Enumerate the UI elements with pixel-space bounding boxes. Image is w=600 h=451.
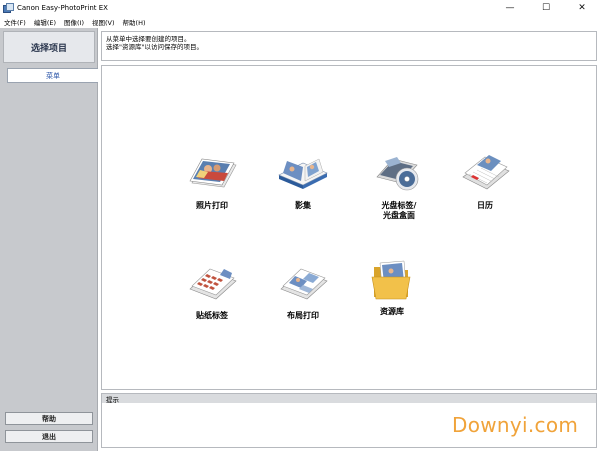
hint-title: 提示 xyxy=(106,395,119,404)
help-button[interactable]: 帮助 xyxy=(5,412,93,425)
tile-library[interactable]: 资源库 xyxy=(352,257,432,317)
menu-image[interactable]: 图像(I) xyxy=(64,17,84,27)
sidebar-header-label: 选择项目 xyxy=(30,43,67,54)
watermark: Downyi.com xyxy=(452,413,579,437)
exit-button[interactable]: 退出 xyxy=(5,430,93,443)
tab-menu-label: 菜单 xyxy=(46,71,60,80)
menu-view[interactable]: 视图(V) xyxy=(92,17,115,27)
photo-print-icon xyxy=(189,158,237,188)
exit-button-label: 退出 xyxy=(42,432,56,441)
sticker-icon xyxy=(189,268,237,300)
tile-disc-label-line-1: 光盘标签/ xyxy=(381,201,417,210)
tile-album[interactable]: 影集 xyxy=(263,151,343,211)
tile-sticker[interactable]: 贴纸标签 xyxy=(172,261,252,321)
title-bar: Canon Easy-PhotoPrint EX — ☐ ✕ xyxy=(0,0,600,16)
maximize-icon: ☐ xyxy=(541,3,551,13)
menu-help[interactable]: 帮助(H) xyxy=(123,17,146,27)
instruction-line-1: 从菜单中选择要创建的项目。 xyxy=(106,35,191,43)
tile-calendar[interactable]: 日历 xyxy=(445,151,525,211)
disc-label-icon xyxy=(376,157,419,191)
tile-library-label: 资源库 xyxy=(380,307,404,316)
close-icon: ✕ xyxy=(578,3,586,13)
minimize-button[interactable]: — xyxy=(492,0,528,16)
layout-print-icon xyxy=(280,268,328,300)
instruction-line-2: 选择"资源库"以访问保存的项目。 xyxy=(106,43,203,51)
minimize-icon: — xyxy=(505,3,515,13)
tile-layout-print-label: 布局打印 xyxy=(287,311,319,320)
album-icon xyxy=(278,158,328,189)
tile-disc-label[interactable]: 光盘标签/ 光盘盒面 xyxy=(359,151,439,221)
window-title: Canon Easy-PhotoPrint EX xyxy=(17,4,108,12)
menu-edit[interactable]: 编辑(E) xyxy=(34,17,56,27)
menu-file[interactable]: 文件(F) xyxy=(4,17,26,27)
tile-sticker-label: 贴纸标签 xyxy=(196,311,228,320)
tab-menu[interactable]: 菜单 xyxy=(7,68,98,83)
tile-disc-label-label: 光盘标签/ 光盘盒面 xyxy=(359,201,439,221)
instruction-panel: 从菜单中选择要创建的项目。 选择"资源库"以访问保存的项目。 xyxy=(101,31,597,61)
tile-layout-print[interactable]: 布局打印 xyxy=(263,261,343,321)
app-icon xyxy=(3,2,14,14)
folder-icon xyxy=(371,260,411,300)
close-button[interactable]: ✕ xyxy=(564,0,600,16)
sidebar-header: 选择项目 xyxy=(3,31,95,63)
tile-calendar-label: 日历 xyxy=(477,201,493,210)
tile-album-label: 影集 xyxy=(295,201,311,210)
tile-disc-label-line-2: 光盘盒面 xyxy=(383,211,415,220)
calendar-icon xyxy=(462,155,510,190)
sidebar: 选择项目 菜单 帮助 退出 xyxy=(0,28,98,451)
tile-photo-print-label: 照片打印 xyxy=(196,201,228,210)
menu-area: 照片打印 影集 光盘标签/ 光盘盒面 日历 贴纸标签 布局打印 资源库 xyxy=(101,65,597,390)
tile-photo-print[interactable]: 照片打印 xyxy=(172,153,252,211)
menu-bar: 文件(F) 编辑(E) 图像(I) 视图(V) 帮助(H) xyxy=(0,16,600,28)
help-button-label: 帮助 xyxy=(42,414,56,423)
maximize-button[interactable]: ☐ xyxy=(528,0,564,16)
